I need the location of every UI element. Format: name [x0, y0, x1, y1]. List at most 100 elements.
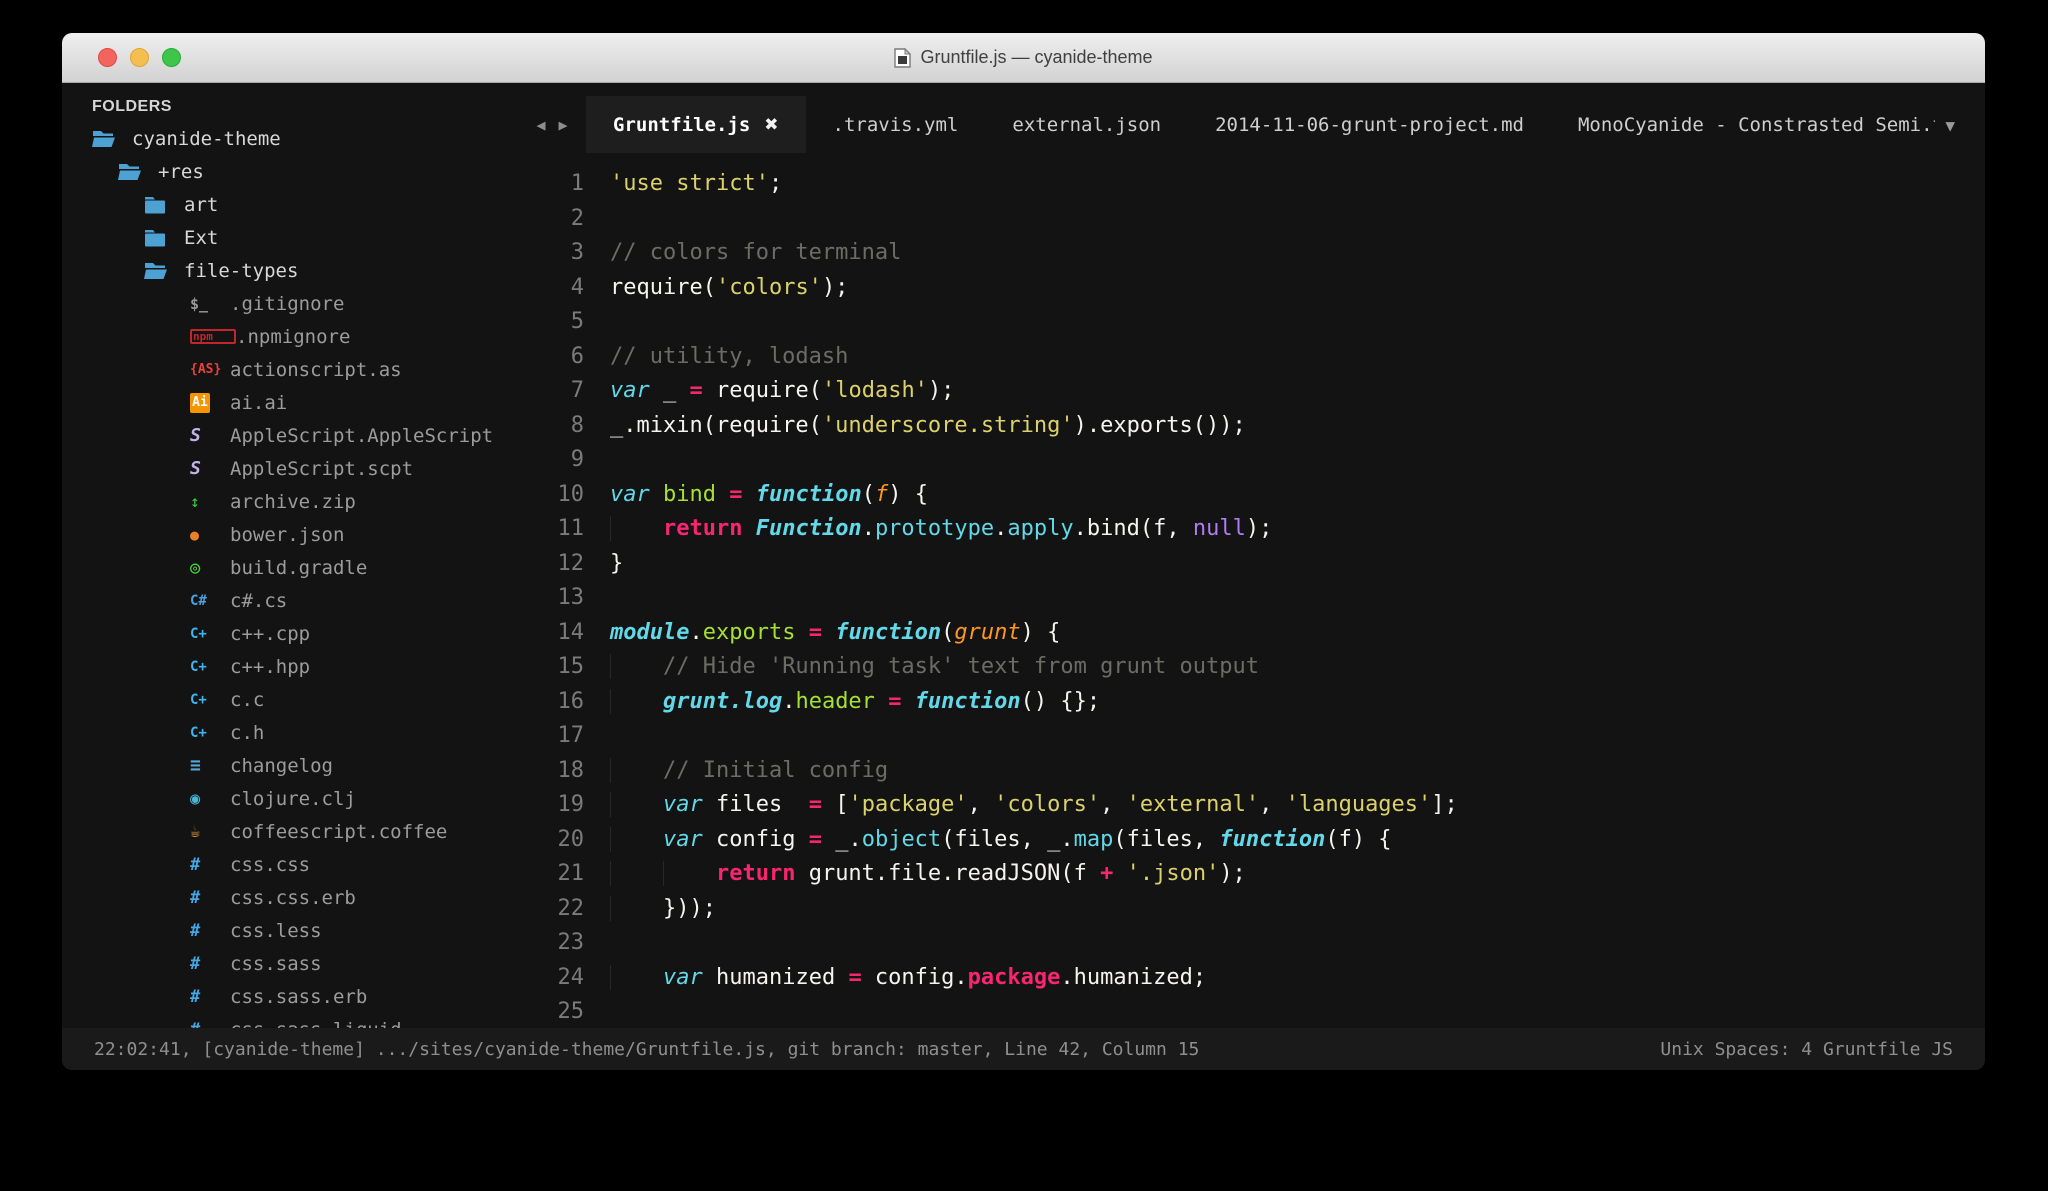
tab-gruntfile-js[interactable]: Gruntfile.js ✖: [586, 96, 806, 153]
tree-file-build-gradle[interactable]: ◎ build.gradle: [62, 551, 522, 584]
changelog-icon: ≡: [190, 755, 201, 776]
code-line-22[interactable]: 22 }));: [522, 892, 1985, 927]
tree-file-css-less[interactable]: # css.less: [62, 914, 522, 947]
tree-item-label: css.less: [230, 919, 322, 942]
code-line-23[interactable]: 23: [522, 926, 1985, 961]
code-line-12[interactable]: 12}: [522, 547, 1985, 582]
tab-travis-yml[interactable]: .travis.yml: [806, 96, 986, 153]
tree-file-c-h[interactable]: C+ c.h: [62, 716, 522, 749]
tab-label: 2014-11-06-grunt-project.md: [1215, 113, 1524, 136]
code-line-21[interactable]: 21 return grunt.file.readJSON(f + '.json…: [522, 857, 1985, 892]
tree-file-npmignore[interactable]: npm .npmignore: [62, 320, 522, 353]
code-line-17[interactable]: 17: [522, 719, 1985, 754]
folder-closed-icon: [144, 196, 184, 214]
code-line-15[interactable]: 15 // Hide 'Running task' text from grun…: [522, 650, 1985, 685]
tab-forward-icon[interactable]: ▶: [552, 116, 574, 134]
minimize-window-button[interactable]: [130, 48, 149, 67]
window-title-group: Gruntfile.js — cyanide-theme: [894, 47, 1153, 68]
applescript-icon: S: [190, 425, 201, 446]
tab-2014-11-06-grunt-project-md[interactable]: 2014-11-06-grunt-project.md: [1188, 96, 1551, 153]
code-line-18[interactable]: 18 // Initial config: [522, 754, 1985, 789]
code-line-content: 'use strict';: [610, 171, 783, 196]
close-window-button[interactable]: [98, 48, 117, 67]
code-line-2[interactable]: 2: [522, 202, 1985, 237]
tab-close-icon[interactable]: ✖: [764, 115, 778, 135]
tree-file-ai-ai[interactable]: Ai ai.ai: [62, 386, 522, 419]
clojure-icon: ◉: [190, 788, 201, 809]
tree-file-changelog[interactable]: ≡ changelog: [62, 749, 522, 782]
code-line-14[interactable]: 14 module.exports = function(grunt) {: [522, 616, 1985, 651]
css-icon: #: [190, 920, 201, 941]
code-line-content: }: [610, 550, 624, 576]
tree-file-applescript-applescript[interactable]: S AppleScript.AppleScript: [62, 419, 522, 452]
tree-folder-cyanide-theme[interactable]: cyanide-theme: [62, 122, 522, 155]
folder-open-icon: [92, 130, 132, 148]
tree-file-c-hpp[interactable]: C+ c++.hpp: [62, 650, 522, 683]
code-line-3[interactable]: 3 // colors for terminal: [522, 236, 1985, 271]
main-content: FOLDERS cyanide-theme +res art Ext file-type…: [62, 83, 1985, 1028]
line-number: 8: [570, 412, 584, 438]
zoom-window-button[interactable]: [162, 48, 181, 67]
code-line-20[interactable]: 20 var config = _.object(files, _.map(fi…: [522, 823, 1985, 858]
code-line-7[interactable]: 7 var _ = require('lodash');: [522, 374, 1985, 409]
code-editor[interactable]: 1'use strict'; 2 3// colors for terminal 4 r…: [522, 153, 1985, 1028]
tree-file-coffeescript-coffee[interactable]: ☕ coffeescript.coffee: [62, 815, 522, 848]
zip-icon: ↕: [190, 492, 200, 511]
tree-file-gitignore[interactable]: $_ .gitignore: [62, 287, 522, 320]
tree-file-applescript-scpt[interactable]: S AppleScript.scpt: [62, 452, 522, 485]
code-line-9[interactable]: 9: [522, 443, 1985, 478]
tree-file-css-css-erb[interactable]: # css.css.erb: [62, 881, 522, 914]
code-line-6[interactable]: 6 // utility, lodash: [522, 340, 1985, 375]
code-line-11[interactable]: 11 return Function.prototype.apply.bind(…: [522, 512, 1985, 547]
code-line-5[interactable]: 5: [522, 305, 1985, 340]
code-line-13[interactable]: 13: [522, 581, 1985, 616]
tree-folder-art[interactable]: art: [62, 188, 522, 221]
code-line-content: // utility, lodash: [610, 343, 849, 369]
code-line-content: grunt.log.header = function() {};: [610, 685, 1100, 720]
as-icon: {AS}: [190, 362, 222, 377]
code-line-content: var bind = function(f) {: [610, 481, 928, 507]
code-line-25[interactable]: 25: [522, 995, 1985, 1028]
line-number: 9: [570, 447, 584, 472]
tree-file-archive-zip[interactable]: ↕ archive.zip: [62, 485, 522, 518]
code-line-10[interactable]: 10 var bind = function(f) {: [522, 478, 1985, 513]
tree-file-c-cpp[interactable]: C+ c++.cpp: [62, 617, 522, 650]
tree-file-c-cs[interactable]: C# c#.cs: [62, 584, 522, 617]
tree-file-clojure-clj[interactable]: ◉ clojure.clj: [62, 782, 522, 815]
tab-overflow-icon[interactable]: ▼: [1945, 116, 1955, 135]
tab-monocyanide-constrasted-semi-tmtheme[interactable]: MonoCyanide - Constrasted Semi.tmTheme: [1551, 96, 1935, 153]
status-bar: 22:02:41, [cyanide-theme] .../sites/cyan…: [62, 1028, 1985, 1070]
tab-back-icon[interactable]: ◀: [530, 116, 552, 134]
code-line-8[interactable]: 8 _.mixin(require('underscore.string').ex…: [522, 409, 1985, 444]
code-line-16[interactable]: 16 grunt.log.header = function() {};: [522, 685, 1985, 720]
tab-external-json[interactable]: external.json: [985, 96, 1188, 153]
code-line-1[interactable]: 1 'use strict';: [522, 167, 1985, 202]
code-line-24[interactable]: 24 var humanized = config.package.humani…: [522, 961, 1985, 996]
folder-tree: cyanide-theme +res art Ext file-types $_ .giti…: [62, 122, 522, 1028]
tree-file-actionscript-as[interactable]: {AS} actionscript.as: [62, 353, 522, 386]
tree-file-css-css[interactable]: # css.css: [62, 848, 522, 881]
window-title: Gruntfile.js — cyanide-theme: [920, 47, 1153, 67]
titlebar[interactable]: Gruntfile.js — cyanide-theme: [62, 33, 1985, 83]
tree-file-css-sass-erb[interactable]: # css.sass.erb: [62, 980, 522, 1013]
tree-item-label: archive.zip: [230, 490, 356, 513]
tree-item-label: AppleScript.scpt: [230, 457, 414, 480]
tree-folder-ext[interactable]: Ext: [62, 221, 522, 254]
tree-file-css-sass[interactable]: # css.sass: [62, 947, 522, 980]
tree-file-bower-json[interactable]: ● bower.json: [62, 518, 522, 551]
code-line-content: // Initial config: [610, 754, 888, 789]
tree-file-css-sass-liquid[interactable]: #css.sass.liquid: [62, 1013, 522, 1029]
folder-closed-icon: [144, 229, 184, 247]
code-line-content: _.mixin(require('underscore.string').exp…: [610, 412, 1246, 438]
tree-file-c-c[interactable]: C+ c.c: [62, 683, 522, 716]
code-line-4[interactable]: 4 require('colors');: [522, 271, 1985, 306]
tree-folder-res[interactable]: +res: [62, 155, 522, 188]
tree-item-label: changelog: [230, 754, 333, 777]
code-line-19[interactable]: 19 var files = ['package', 'colors', 'ex…: [522, 788, 1985, 823]
code-line-content: require('colors');: [610, 274, 849, 300]
tree-folder-file-types[interactable]: file-types: [62, 254, 522, 287]
line-number: 12: [557, 550, 585, 576]
css-icon: #: [190, 854, 201, 875]
line-number: 17: [557, 723, 585, 748]
tab-label: .travis.yml: [832, 113, 959, 136]
